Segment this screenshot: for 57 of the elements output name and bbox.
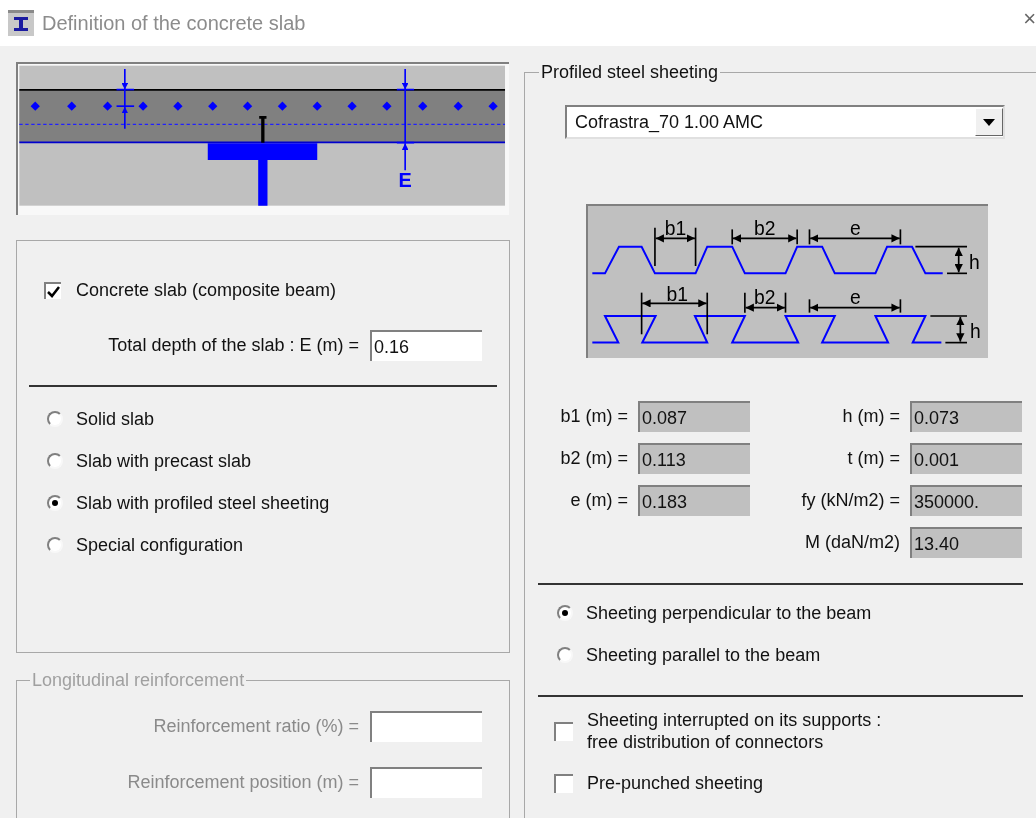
radio-button[interactable] <box>557 647 573 663</box>
readonly-field: 0.087 <box>638 401 750 432</box>
dimension-label: b1 <box>666 284 688 305</box>
checkbox[interactable] <box>44 282 61 299</box>
dropdown-arrow-icon <box>983 118 995 126</box>
readonly-field: 0.001 <box>910 443 1022 474</box>
field-label: b1 (m) = <box>559 405 628 428</box>
field-label: t (m) = <box>846 447 900 470</box>
dimension-label: h <box>970 321 981 343</box>
field-label: e (m) = <box>569 489 628 512</box>
close-button[interactable]: × <box>1023 8 1036 30</box>
radio-label: Slab with precast slab <box>76 450 252 472</box>
app-icon <box>8 10 34 36</box>
readonly-field: 0.113 <box>638 443 750 474</box>
radio-label: Sheeting perpendicular to the beam <box>586 602 872 624</box>
field-label: fy (kN/m2) = <box>800 489 900 512</box>
field-label: Reinforcement position (m) = <box>126 771 359 794</box>
radio-label: Special configuration <box>76 534 244 556</box>
radio-button[interactable] <box>47 411 63 427</box>
dimension-label: b2 <box>754 287 776 309</box>
checkbox[interactable] <box>554 773 573 793</box>
dimension-line <box>914 245 968 275</box>
readonly-field: 350000. <box>910 485 1022 516</box>
readonly-field: 0.183 <box>638 485 750 516</box>
radio-button[interactable] <box>47 495 63 511</box>
checkbox-label: Pre-punched sheeting <box>587 772 764 794</box>
dimension-label: e <box>850 218 861 240</box>
stud-connector <box>259 116 267 143</box>
radio-label: Slab with profiled steel sheeting <box>76 492 330 514</box>
dimension-label: h <box>969 252 980 274</box>
radio-button[interactable] <box>47 537 63 553</box>
dimension-label: E <box>398 169 412 192</box>
radio-label: Sheeting parallel to the beam <box>586 644 821 666</box>
dimension-label: e <box>850 287 861 309</box>
dimension-label: b1 <box>664 218 687 240</box>
checkbox-label: Concrete slab (composite beam) <box>76 279 337 302</box>
field-label: M (daN/m2) <box>804 531 900 554</box>
radio-button[interactable] <box>47 453 63 469</box>
dimension-arrow <box>115 68 135 130</box>
input-field[interactable] <box>370 711 482 742</box>
radio-button[interactable] <box>557 605 573 621</box>
dimension-label: b2 <box>754 218 776 240</box>
checkbox-label: Sheeting interrupted on its supports : free distribution of connectors <box>587 709 882 753</box>
dimension-line <box>929 315 968 344</box>
readonly-field: 0.073 <box>910 401 1022 432</box>
field-label: h (m) = <box>841 405 900 428</box>
dimension-line <box>744 291 787 314</box>
field-label: Total depth of the slab : E (m) = <box>107 334 359 357</box>
profile-dropdown[interactable]: Cofrastra_70 1.00 AMC <box>565 105 1005 139</box>
checkbox[interactable] <box>554 721 573 741</box>
field-label: b2 (m) = <box>559 447 628 470</box>
field-label: Reinforcement ratio (%) = <box>152 715 359 738</box>
window-title: Definition of the concrete slab <box>42 11 306 36</box>
input-field[interactable] <box>370 767 482 798</box>
radio-label: Solid slab <box>76 408 155 430</box>
input-field[interactable]: 0.16 <box>370 330 482 361</box>
readonly-field: 13.40 <box>910 527 1022 558</box>
